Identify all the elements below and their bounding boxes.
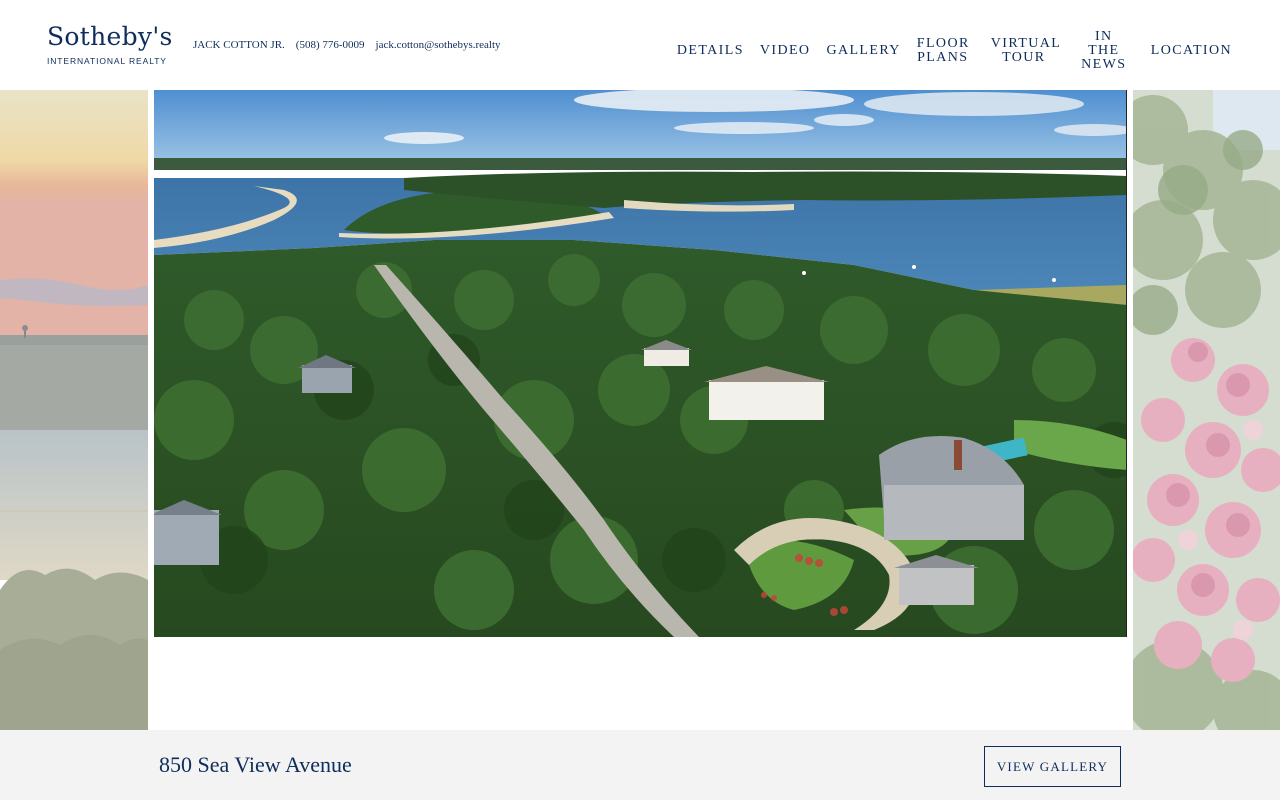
main-nav: DETAILS VIDEO GALLERY FLOOR PLANS VIRTUA… [677, 30, 1232, 72]
nav-in-the-news[interactable]: IN THE NEWS [1079, 30, 1129, 72]
aerial-estate-image [154, 90, 1126, 637]
agent-contact: JACK COTTON JR. (508) 776-0009 jack.cott… [193, 39, 501, 51]
logo-wordmark: Sotheby's [47, 22, 173, 51]
nav-virtual-tour[interactable]: VIRTUAL TOUR [991, 37, 1060, 65]
previous-slide-image[interactable] [0, 90, 148, 730]
photo-caption-area [148, 637, 1133, 730]
listing-address: 850 Sea View Avenue [159, 752, 352, 777]
hydrangea-image [1133, 90, 1280, 730]
nav-gallery[interactable]: GALLERY [826, 44, 900, 58]
main-aerial-photo[interactable] [154, 90, 1127, 637]
nav-location[interactable]: LOCATION [1151, 44, 1232, 58]
listing-footer-bar: 850 Sea View Avenue VIEW GALLERY [0, 730, 1280, 800]
nav-video[interactable]: VIDEO [760, 44, 811, 58]
agent-email[interactable]: jack.cotton@sothebys.realty [376, 39, 501, 51]
agent-name: JACK COTTON JR. [193, 39, 285, 51]
sothebys-logo[interactable]: Sotheby's INTERNATIONAL REALTY [47, 22, 173, 66]
next-slide-image[interactable] [1133, 90, 1280, 730]
view-gallery-button[interactable]: VIEW GALLERY [984, 746, 1121, 787]
agent-phone[interactable]: (508) 776-0009 [296, 39, 365, 51]
site-header: Sotheby's INTERNATIONAL REALTY JACK COTT… [0, 0, 1280, 90]
nav-details[interactable]: DETAILS [677, 44, 744, 58]
sunset-water-image [0, 90, 148, 730]
logo-subtitle: INTERNATIONAL REALTY [47, 56, 167, 66]
nav-floor-plans[interactable]: FLOOR PLANS [917, 37, 969, 65]
